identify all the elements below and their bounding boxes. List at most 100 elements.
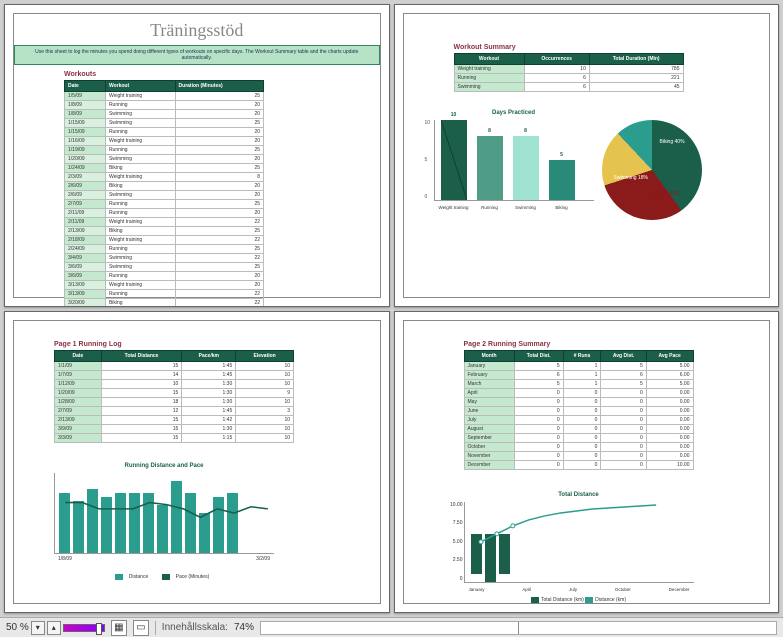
table-row: 2/24/09Running25: [65, 245, 264, 254]
table-row: 1/8/09Swimming20: [65, 110, 264, 119]
bar: [129, 493, 140, 553]
view-mode-button[interactable]: ▦: [111, 620, 127, 636]
table-row: February6166.00: [464, 370, 693, 379]
table-row: 1/24/09Biking25: [65, 164, 264, 173]
zoom-value: 50 %: [6, 622, 29, 633]
table-row: 2/11/09Running20: [65, 209, 264, 218]
table-row: Swimming645: [454, 83, 683, 92]
bar: [199, 513, 210, 553]
table-row: 3/6/09Running20: [65, 272, 264, 281]
table-row: 2/6/09Biking20: [65, 182, 264, 191]
zoom-out-button[interactable]: ▾: [31, 621, 45, 635]
pie-label-running: Running 30%: [650, 192, 680, 198]
table-row: May0000.00: [464, 397, 693, 406]
col-occ: Occurrences: [524, 54, 589, 65]
chart3-legend: Distance Pace (Minutes): [54, 574, 274, 580]
bar: [115, 493, 126, 553]
running-summary-table: Month Total Dist. # Runs Avg Dist. Avg P…: [464, 350, 694, 470]
page-4: Page 2 Running Summary Month Total Dist.…: [394, 311, 780, 614]
table-row: December00010.00: [464, 460, 693, 469]
pie-label-biking: Biking 40%: [660, 140, 685, 146]
print-preview: Träningsstöd Use this sheet to log the m…: [0, 0, 783, 637]
table-row: 2/13/09Biking25: [65, 227, 264, 236]
table-row: 2/11/09Weight training22: [65, 218, 264, 227]
workouts-heading: Workouts: [64, 71, 380, 78]
scale-label: Innehållsskala:: [162, 622, 228, 633]
workout-pie-chart: Biking 40% Swimming 18% Running 30%: [602, 120, 702, 220]
page-3: Page 1 Running Log Date Total Distance P…: [4, 311, 390, 614]
table-row: November0000.00: [464, 451, 693, 460]
table-row: 1/20/09151:309: [55, 388, 294, 397]
table-row: 1/20/09Swimming20: [65, 155, 264, 164]
status-bar: 50 % ▾ ▴ ▦ ▭ Innehållsskala: 74%: [0, 617, 783, 637]
table-row: 2/7/09121:453: [55, 406, 294, 415]
table-row: 3/4/09Swimming22: [65, 254, 264, 263]
table-row: January5155.00: [464, 361, 693, 370]
bar: [185, 493, 196, 553]
running-log-table: Date Total Distance Pace/km Elevation 1/…: [54, 350, 294, 443]
chart4-legend: Total Distance (km) Distance (km): [464, 597, 694, 603]
table-row: 3/13/09Running22: [65, 290, 264, 299]
bar: 10Weight training: [441, 120, 467, 200]
bar: [59, 493, 70, 553]
table-row: 1/8/09Running20: [65, 101, 264, 110]
table-row: 2/3/09Weight training8: [65, 173, 264, 182]
table-row: 1/19/09Running25: [65, 146, 264, 155]
scale-value: 74%: [234, 622, 254, 633]
zoom-control: 50 % ▾ ▴: [6, 621, 105, 635]
table-row: 1/28/09181:3010: [55, 397, 294, 406]
table-row: 3/13/09Weight training20: [65, 281, 264, 290]
table-row: 1/1/09151:4510: [55, 361, 294, 370]
table-row: 2/6/09Swimming20: [65, 191, 264, 200]
bar: [143, 493, 154, 553]
table-row: 1/16/09Weight training20: [65, 137, 264, 146]
table-row: July0000.00: [464, 415, 693, 424]
bar: [157, 505, 168, 553]
doc-subtitle: Use this sheet to log the minutes you sp…: [14, 45, 380, 65]
table-row: 2/18/09Weight training22: [65, 236, 264, 245]
table-row: Running6221: [454, 74, 683, 83]
col-workout: Workout: [105, 81, 175, 92]
table-row: 1/15/09Running20: [65, 128, 264, 137]
col-workout: Workout: [454, 54, 524, 65]
summary-heading: Workout Summary: [454, 44, 770, 51]
table-row: 2/7/09Running25: [65, 200, 264, 209]
table-row: 3/6/09Swimming25: [65, 263, 264, 272]
table-row: June0000.00: [464, 406, 693, 415]
bar: 5Biking: [549, 160, 575, 200]
workouts-table: Date Workout Duration (Minutes) 1/5/09We…: [64, 80, 264, 307]
table-row: Weight training10785: [454, 65, 683, 74]
bar: [213, 497, 224, 553]
table-row: 3/9/09151:3010: [55, 424, 294, 433]
col-duration: Duration (Minutes): [175, 81, 263, 92]
zoom-in-button[interactable]: ▴: [47, 621, 61, 635]
running-log-heading: Page 1 Running Log: [54, 341, 380, 348]
col-date: Date: [65, 81, 106, 92]
total-distance-chart: Total Distance 10.007.50 5.002.50 0 Janu…: [464, 492, 694, 603]
table-row: 1/15/09Swimming25: [65, 119, 264, 128]
table-row: 1/5/09Weight training25: [65, 92, 264, 101]
page-1: Träningsstöd Use this sheet to log the m…: [4, 4, 390, 307]
table-row: April0000.00: [464, 388, 693, 397]
table-row: August0000.00: [464, 424, 693, 433]
bar: [73, 501, 84, 553]
table-row: 1/12/09101:3010: [55, 379, 294, 388]
bar: [87, 489, 98, 553]
table-row: 2/13/09151:4210: [55, 415, 294, 424]
table-row: October0000.00: [464, 442, 693, 451]
pie-label-swimming: Swimming 18%: [614, 176, 648, 182]
doc-title: Träningsstöd: [14, 20, 380, 41]
zoom-slider[interactable]: [63, 624, 105, 632]
bar: [101, 497, 112, 553]
ruler[interactable]: [260, 621, 777, 635]
bar: 8Swimming: [513, 136, 539, 200]
pages-grid: Träningsstöd Use this sheet to log the m…: [0, 0, 783, 617]
table-row: September0000.00: [464, 433, 693, 442]
distance-pace-chart: Running Distance and Pace 1/8/09 3/2/09 …: [54, 463, 274, 580]
single-page-button[interactable]: ▭: [133, 620, 149, 636]
bar: [171, 481, 182, 553]
table-row: 3/3/09151:1510: [55, 433, 294, 442]
bar: [227, 493, 238, 553]
page-2: Workout Summary Workout Occurrences Tota…: [394, 4, 780, 307]
summary-table: Workout Occurrences Total Duration (Min)…: [454, 53, 684, 92]
